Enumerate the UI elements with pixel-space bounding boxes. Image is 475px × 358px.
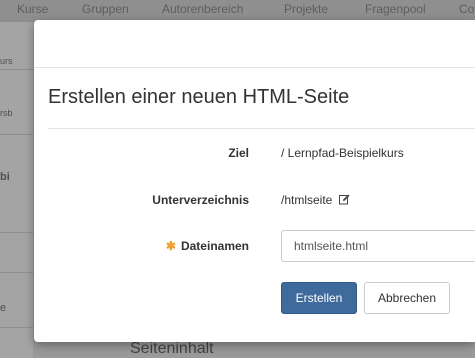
dateinamen-label: ✱ Dateinamen [34, 239, 249, 253]
nav-item-gruppen: Gruppen [82, 2, 129, 16]
unterverzeichnis-label: Unterverzeichnis [152, 193, 249, 207]
sidebar-fragment: bi [0, 171, 10, 183]
divider [48, 128, 475, 129]
dateinamen-input[interactable] [281, 230, 475, 262]
background-top-nav: Kurse Gruppen Autorenbereich Projekte Fr… [0, 0, 475, 22]
erstellen-button[interactable]: Erstellen [281, 282, 357, 314]
unterverzeichnis-row: /htmlseite [281, 193, 350, 207]
sidebar-fragment: urs [0, 56, 13, 66]
sidebar-fragment: e [0, 302, 7, 314]
dialog-title: Erstellen einer neuen HTML-Seite [48, 86, 350, 108]
required-asterisk-icon: ✱ [165, 239, 176, 253]
ziel-label: Ziel [228, 146, 249, 160]
background-section-heading: Seiteninhalt [130, 340, 214, 357]
dateinamen-label-text: Dateinamen [180, 239, 249, 253]
ziel-value: / Lernpfad-Beispielkurs [281, 146, 404, 160]
unterverzeichnis-value: /htmlseite [281, 193, 333, 207]
nav-item-kurse: Kurse [17, 2, 49, 16]
nav-item-more: Co [459, 2, 475, 16]
nav-item-fragenpool: Fragenpool [365, 2, 426, 16]
background-sidebar: urs rsb bi e [0, 22, 33, 358]
abbrechen-button[interactable]: Abbrechen [364, 282, 450, 314]
nav-item-autorenbereich: Autorenbereich [162, 2, 244, 16]
edit-icon[interactable] [338, 194, 350, 205]
sidebar-fragment: rsb [0, 108, 13, 118]
dialog-header-bar [34, 20, 475, 68]
nav-item-projekte: Projekte [284, 2, 329, 16]
create-html-page-dialog: Erstellen einer neuen HTML-Seite Ziel / … [34, 20, 475, 342]
